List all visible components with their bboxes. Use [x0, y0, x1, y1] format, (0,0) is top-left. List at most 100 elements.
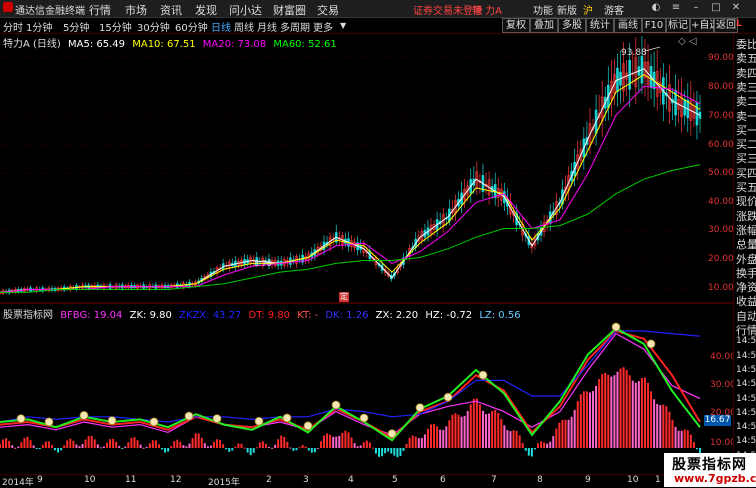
histogram-bar	[546, 443, 549, 448]
period-tab-30min[interactable]: 30分钟	[137, 19, 170, 34]
new-version-menu[interactable]: 新版	[557, 2, 577, 17]
kline-chart[interactable]: 93.88 8.70	[0, 34, 733, 304]
watermark-title: 股票指标网	[672, 457, 747, 473]
histogram-bar	[543, 442, 546, 448]
histogram-bar	[485, 414, 488, 448]
side-panel-item[interactable]: 14:50	[736, 394, 756, 404]
close-icon[interactable]: ✕	[730, 1, 742, 14]
menu-item-discover[interactable]: 发现	[195, 2, 217, 18]
histogram-bar	[647, 382, 650, 448]
histogram-bar	[475, 398, 478, 448]
maximize-icon[interactable]: □	[710, 1, 722, 14]
histogram-bar	[625, 369, 628, 448]
period-tab-60min[interactable]: 60分钟	[175, 19, 208, 34]
period-tab-5min[interactable]: 5分钟	[63, 19, 89, 34]
histogram-bar	[598, 379, 601, 448]
series-ma5-line	[0, 68, 701, 293]
period-tab-more[interactable]: 更多	[313, 19, 333, 34]
indicator-chart[interactable]	[0, 318, 733, 474]
menu-item-quotes[interactable]: 行情	[89, 2, 111, 18]
money-bag-icon	[254, 416, 264, 426]
toolbar-button-statistics[interactable]: 统计	[586, 18, 614, 33]
side-panel-item[interactable]: 14:50	[736, 336, 756, 346]
histogram-bar	[362, 442, 365, 448]
histogram-bar	[185, 446, 188, 448]
y-tick: 80.00	[708, 82, 734, 92]
histogram-bar	[237, 443, 240, 448]
histogram-bar	[304, 446, 307, 448]
x-tick: 2014年	[2, 478, 34, 488]
toolbar-button-draw[interactable]: 画线	[614, 18, 642, 33]
histogram-bar	[206, 446, 209, 448]
period-tab-monthly[interactable]: 月线	[257, 19, 277, 34]
period-tab-multi[interactable]: 多周期	[280, 19, 310, 34]
histogram-bar	[686, 430, 689, 448]
histogram-bar	[307, 448, 310, 451]
histogram-bar	[295, 448, 298, 451]
histogram-bar	[371, 447, 374, 449]
more-chevron-icon[interactable]: ▼	[340, 21, 346, 30]
histogram-bar	[75, 444, 78, 448]
histogram-bar	[601, 374, 604, 448]
event-marker[interactable]: 定	[339, 292, 349, 302]
period-tab-intraday[interactable]: 分时	[3, 19, 23, 34]
histogram-bar	[219, 439, 222, 448]
side-panel-item[interactable]: 14:50	[736, 379, 756, 389]
x-tick: 5	[392, 475, 398, 485]
menu-item-market[interactable]: 市场	[125, 2, 147, 18]
function-menu[interactable]: 功能	[533, 2, 553, 17]
toolbar-button-f10[interactable]: F10	[642, 18, 666, 33]
histogram-bar	[154, 440, 157, 448]
histogram-bar	[277, 439, 280, 448]
side-panel-item[interactable]: 14:50	[736, 408, 756, 418]
histogram-bar	[460, 416, 463, 448]
skin-icon[interactable]: ◐	[650, 1, 662, 14]
period-tab-1min[interactable]: 1分钟	[26, 19, 52, 34]
toolbar-button-back[interactable]: 返回	[714, 18, 738, 33]
menu-item-ask[interactable]: 问小达	[229, 2, 262, 18]
toolbar-button-add-watchlist[interactable]: +自选	[690, 18, 719, 33]
period-tab-daily[interactable]: 日线	[211, 19, 231, 34]
minimize-icon[interactable]: –	[690, 1, 702, 14]
histogram-bar	[689, 434, 692, 448]
histogram-bar	[631, 380, 634, 448]
x-tick: 7	[491, 475, 497, 485]
toolbar-button-overlay[interactable]: 叠加	[530, 18, 558, 33]
histogram-bar	[329, 434, 332, 448]
histogram-bar	[157, 444, 160, 448]
side-panel-item[interactable]: 14:50	[736, 422, 756, 432]
side-panel-item[interactable]: 14:50	[736, 351, 756, 361]
sh-market-indicator[interactable]: 沪	[583, 2, 593, 17]
histogram-bar	[472, 398, 475, 448]
side-panel-item[interactable]: 14:50	[736, 365, 756, 375]
histogram-bar	[643, 377, 646, 448]
guest-user[interactable]: 游客	[604, 2, 624, 17]
money-bag-icon	[646, 339, 656, 349]
histogram-bar	[396, 448, 399, 458]
histogram-bar	[255, 447, 258, 449]
menu-item-wealth[interactable]: 财富圈	[273, 2, 306, 18]
histogram-bar	[549, 441, 552, 448]
histogram-bar	[680, 430, 683, 448]
settings-icon[interactable]: ≡	[670, 1, 682, 14]
histogram-bar	[264, 443, 267, 448]
menu-item-trade[interactable]: 交易	[317, 2, 339, 18]
histogram-bar	[665, 406, 668, 448]
histogram-bar	[50, 445, 53, 448]
histogram-bar	[607, 374, 610, 448]
panel-toggle-icon[interactable]: L	[736, 19, 742, 29]
menu-item-news[interactable]: 资讯	[160, 2, 182, 18]
histogram-bar	[167, 448, 170, 452]
side-panel-item[interactable]: 14:50	[736, 436, 756, 446]
histogram-bar	[540, 441, 543, 448]
toolbar-button-mark[interactable]: 标记	[666, 18, 690, 33]
histogram-bar	[503, 425, 506, 448]
histogram-bar	[66, 440, 69, 448]
toolbar-button-multi-stock[interactable]: 多股	[558, 18, 586, 33]
period-tab-15min[interactable]: 15分钟	[99, 19, 132, 34]
histogram-bar	[365, 440, 368, 448]
period-tab-weekly[interactable]: 周线	[234, 19, 254, 34]
toolbar-button-restore-rights[interactable]: 复权	[502, 18, 530, 33]
histogram-bar	[463, 415, 466, 448]
histogram-bar	[301, 445, 304, 448]
